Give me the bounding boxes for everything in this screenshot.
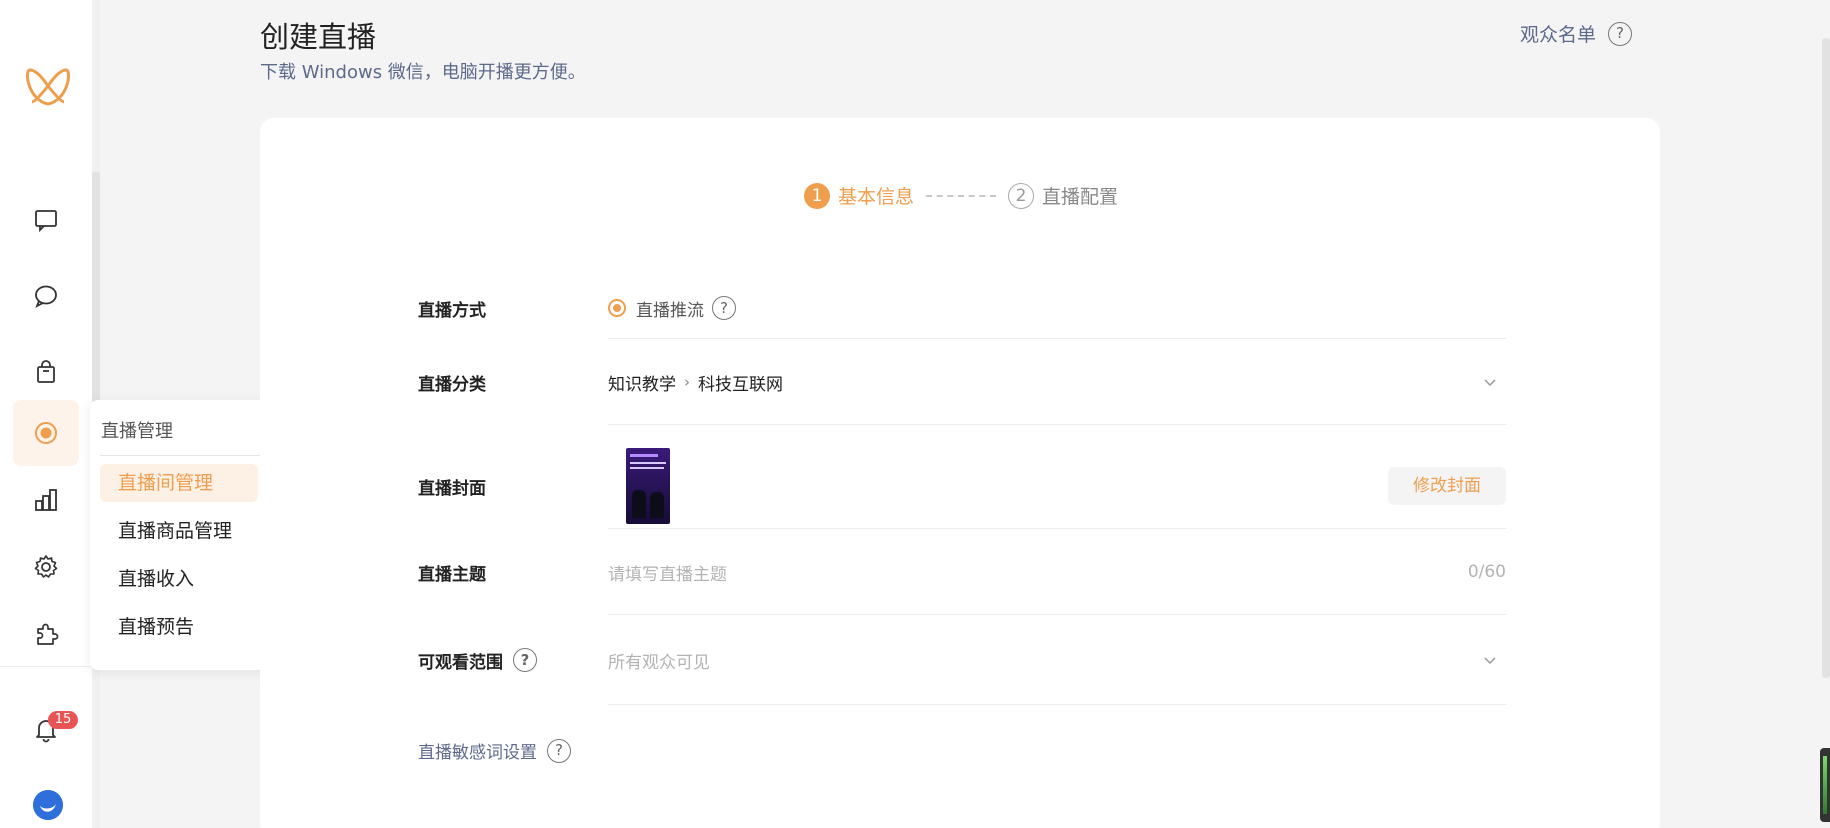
topic-input-placeholder[interactable]: 请填写直播主题 (608, 560, 727, 585)
notification-badge: 15 (48, 711, 78, 729)
visibility-value: 所有观众可见 (608, 652, 710, 673)
question-mark-icon[interactable]: ? (1608, 21, 1633, 46)
cover-field: 修改封面 (608, 440, 1506, 532)
topic-label-text: 直播主题 (418, 564, 486, 585)
avatar[interactable] (33, 790, 63, 820)
form-row-mode: 直播方式 直播推流 ? (418, 284, 1506, 332)
mode-radio-group: 直播推流 ? (608, 284, 1506, 332)
category-label-text: 直播分类 (418, 374, 486, 395)
flyout-item-live-product-management[interactable]: 直播商品管理 (100, 512, 258, 550)
flyout-title: 直播管理 (101, 421, 173, 442)
row-divider (608, 528, 1506, 529)
category-label: 直播分类 (418, 358, 486, 406)
form-row-topic: 直播主题 请填写直播主题 0/60 (418, 548, 1506, 596)
category-select[interactable]: 知识教学 › 科技互联网 (608, 358, 1506, 406)
step-2-number: 2 (1008, 182, 1035, 209)
volume-meter-widget[interactable] (1820, 748, 1830, 822)
question-mark-icon[interactable]: ? (712, 296, 736, 320)
row-divider (608, 704, 1506, 705)
shopping-bag-icon[interactable] (22, 348, 70, 396)
page-scrollbar-thumb[interactable] (1822, 38, 1830, 678)
chevron-down-icon[interactable] (1482, 374, 1498, 390)
left-rail: 15 (0, 0, 100, 828)
step-2-label: 直播配置 (1042, 186, 1119, 208)
live-record-icon[interactable] (13, 400, 79, 466)
chevron-right-icon: › (684, 373, 690, 391)
flyout-item-live-room-management[interactable]: 直播间管理 (100, 464, 258, 502)
question-mark-icon[interactable]: ? (513, 648, 537, 672)
gear-icon[interactable] (22, 543, 70, 591)
rail-scrollbar-thumb[interactable] (92, 172, 100, 402)
topic-label: 直播主题 (418, 548, 486, 596)
flyout-divider (100, 455, 272, 456)
live-management-flyout: 直播管理 直播间管理 直播商品管理 直播收入 直播预告 (90, 400, 282, 670)
sensitive-words-link[interactable]: 直播敏感词设置 ? (418, 738, 571, 763)
create-live-card: 1 基本信息 2 直播配置 直播方式 直播推流 ? 直播分类 知识教学 › 科技… (260, 118, 1660, 828)
row-divider (608, 614, 1506, 615)
step-connector (926, 194, 997, 197)
sensitive-words-label[interactable]: 直播敏感词设置 (418, 738, 537, 763)
cover-thumbnail-image[interactable] (626, 448, 670, 524)
page-subtitle[interactable]: 下载 Windows 微信，电脑开播更方便。 (260, 58, 586, 84)
flyout-item-live-income[interactable]: 直播收入 (100, 560, 258, 598)
visibility-select[interactable]: 所有观众可见 (608, 636, 1506, 684)
page-scrollbar[interactable] (1822, 0, 1830, 828)
rail-divider (0, 666, 92, 667)
form-row-cover: 直播封面 修改封面 (418, 440, 1506, 532)
row-divider (608, 424, 1506, 425)
topic-char-counter: 0/60 (1467, 562, 1506, 582)
puzzle-icon[interactable] (22, 610, 70, 658)
cover-label-text: 直播封面 (418, 478, 486, 499)
bar-chart-icon[interactable] (22, 476, 70, 524)
visibility-label: 可观看范围 ? (418, 636, 537, 684)
page-title: 创建直播 (260, 20, 377, 54)
mode-radio-push-stream[interactable] (608, 299, 626, 317)
audience-list-link[interactable]: 观众名单 ? (1520, 20, 1633, 47)
category-level-1: 知识教学 (608, 374, 676, 395)
cover-label: 直播封面 (418, 440, 486, 532)
app-logo-icon (22, 60, 74, 112)
flyout-item-live-preview[interactable]: 直播预告 (100, 608, 258, 646)
form-row-visibility: 可观看范围 ? 所有观众可见 (418, 636, 1506, 684)
audience-list-label[interactable]: 观众名单 (1520, 20, 1596, 47)
visibility-label-text: 可观看范围 (418, 652, 503, 673)
step-indicator: 1 基本信息 2 直播配置 (804, 182, 1118, 209)
step-1-number: 1 (804, 182, 830, 209)
form-row-category: 直播分类 知识教学 › 科技互联网 (418, 358, 1506, 406)
message-square-icon[interactable] (22, 196, 70, 244)
chat-bubble-icon[interactable] (22, 272, 70, 320)
row-divider (608, 338, 1506, 339)
mode-label-text: 直播方式 (418, 300, 486, 321)
chevron-down-icon[interactable] (1482, 652, 1498, 668)
mode-label: 直播方式 (418, 284, 486, 332)
question-mark-icon[interactable]: ? (547, 738, 571, 763)
topic-input[interactable]: 请填写直播主题 0/60 (608, 548, 1506, 596)
mode-radio-label[interactable]: 直播推流 (636, 296, 704, 321)
step-1-label: 基本信息 (838, 186, 915, 208)
category-level-2: 科技互联网 (698, 374, 783, 395)
edit-cover-button[interactable]: 修改封面 (1388, 467, 1506, 505)
